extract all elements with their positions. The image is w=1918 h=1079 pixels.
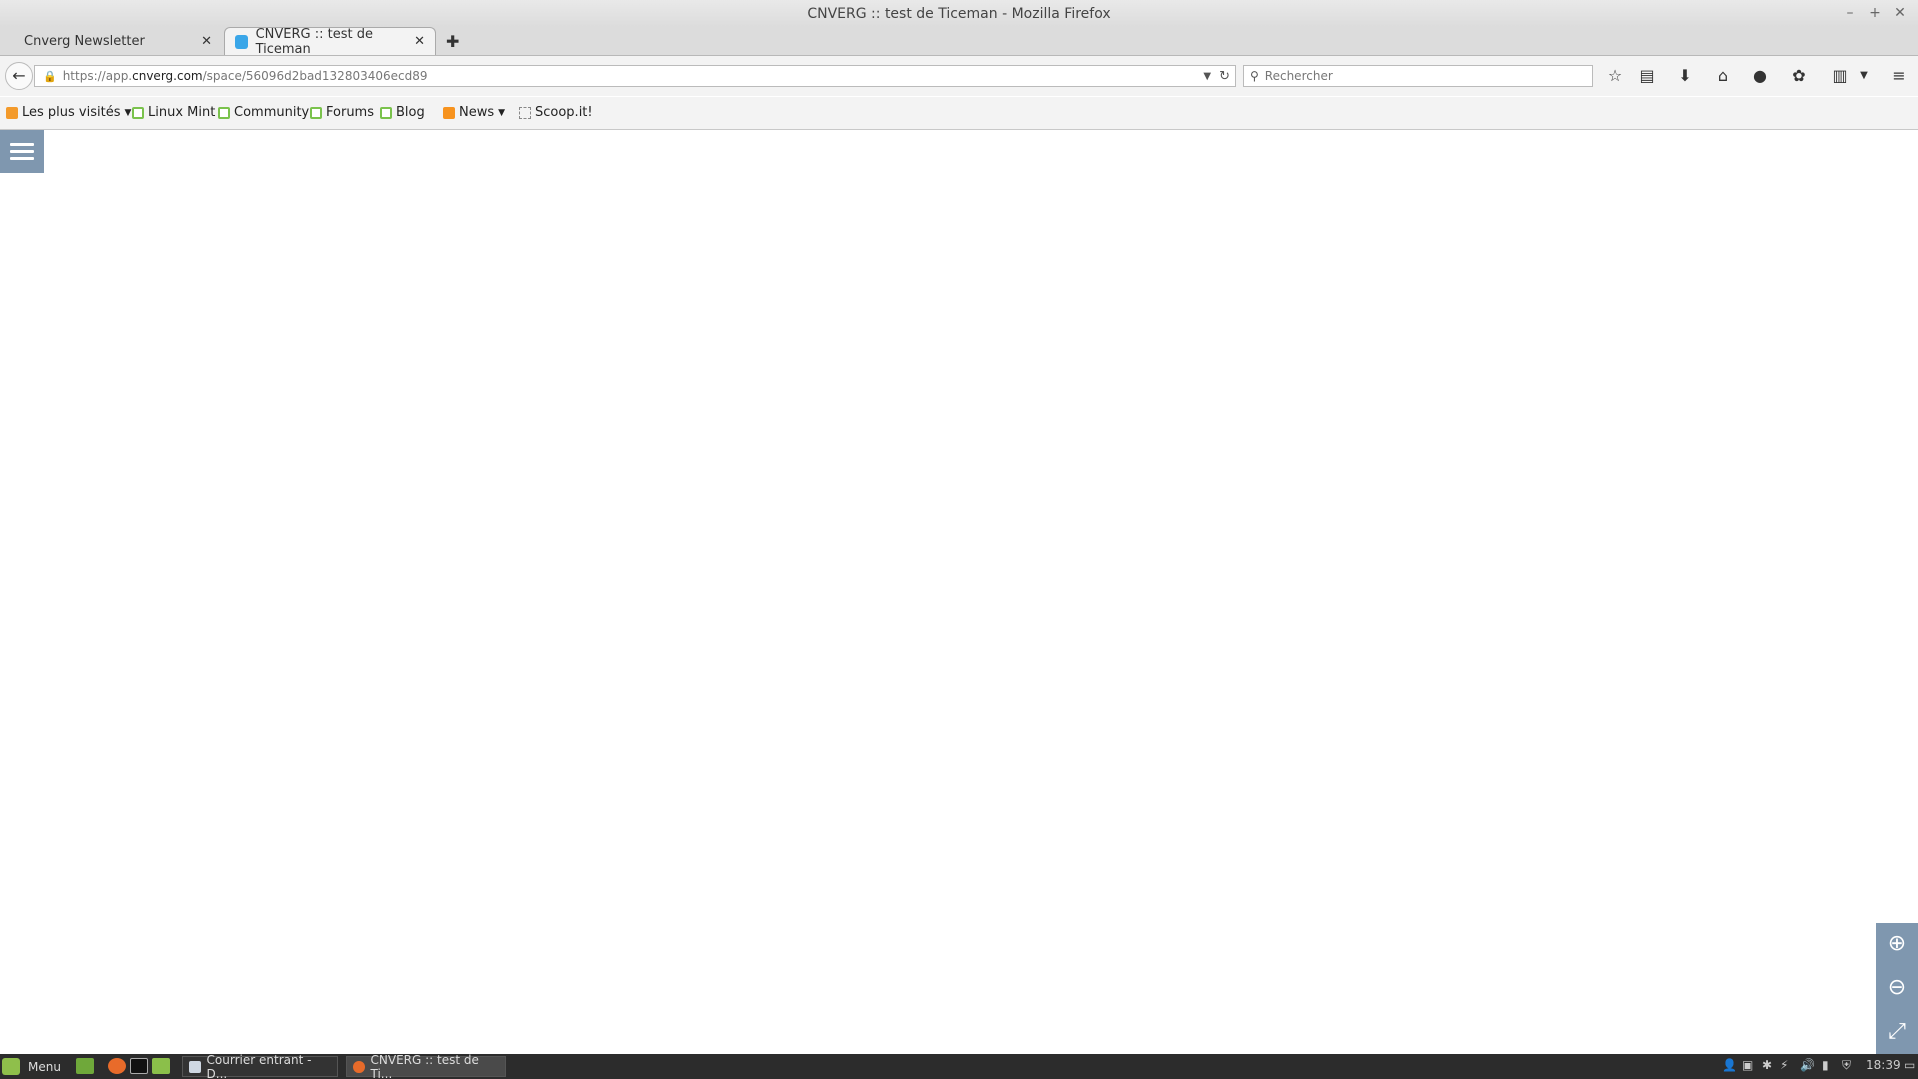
search-icon: ⚲ (1250, 69, 1259, 83)
hamburger-line (10, 143, 34, 146)
show-desktop-icon[interactable] (76, 1058, 94, 1074)
zoom-in-icon[interactable]: ⊕ (1876, 923, 1918, 965)
mint-icon (218, 106, 230, 119)
firefox-icon (353, 1060, 365, 1073)
home-icon[interactable]: ⌂ (1712, 65, 1734, 87)
window-titlebar: CNVERG :: test de Ticeman - Mozilla Fire… (0, 0, 1918, 27)
rss-icon (443, 106, 455, 119)
reading-list-icon[interactable]: ▤ (1636, 65, 1658, 87)
back-arrow-icon: ← (12, 66, 26, 85)
close-window-button[interactable]: ✕ (1892, 5, 1908, 21)
taskbar-item-mail[interactable]: Courrier entrant - D... (182, 1052, 338, 1079)
bookmark-label: Linux Mint (148, 105, 216, 120)
minimize-button[interactable]: – (1842, 5, 1858, 21)
url-path: /space/56096d2bad132803406ecd89 (202, 69, 428, 83)
extension-icon[interactable]: ✿ (1788, 65, 1810, 87)
hamburger-line (10, 150, 34, 153)
chevron-down-icon: ▼ (498, 107, 506, 118)
mail-app-icon (189, 1060, 201, 1073)
bluetooth-icon[interactable]: ✱ (1762, 1058, 1772, 1072)
bookmark-label: Blog (396, 105, 425, 120)
reload-icon[interactable]: ↻ (1219, 69, 1230, 84)
url-dropdown-icon[interactable]: ▼ (1203, 71, 1211, 82)
bookmark-label: Forums (326, 105, 374, 120)
user-icon[interactable]: 👤 (1722, 1058, 1737, 1072)
fullscreen-icon[interactable]: ⤢ (1876, 1011, 1918, 1053)
sidebar-toggle-button[interactable] (0, 130, 44, 173)
url-bar[interactable]: 🔒 https://app. cnverg.com/space/56096d2ba… (34, 65, 1236, 87)
url-prefix: https://app. (62, 69, 133, 83)
chevron-down-icon: ▼ (124, 107, 132, 118)
os-taskbar: Menu Courrier entrant - D... CNVERG :: t… (0, 1052, 1918, 1079)
mint-logo-icon (2, 1058, 20, 1075)
star-icon[interactable]: ☆ (1604, 65, 1626, 87)
terminal-icon[interactable] (130, 1058, 148, 1074)
bookmark-label: Community (234, 105, 310, 120)
tab-label: Cnverg Newsletter (24, 33, 145, 49)
bookmark-linux-mint[interactable]: Linux Mint (132, 105, 215, 120)
menu-icon[interactable]: ≡ (1888, 65, 1910, 87)
chat-icon[interactable]: ● (1749, 65, 1771, 87)
tab-strip: Cnverg Newsletter ✕ CNVERG :: test de Ti… (0, 26, 1918, 57)
search-input[interactable] (1264, 69, 1565, 83)
scoopit-icon (519, 106, 531, 119)
network-icon[interactable]: ⚡ (1780, 1058, 1788, 1072)
clipboard-dropdown-icon[interactable]: ▼ (1853, 65, 1875, 87)
tab-cnverg-newsletter[interactable]: Cnverg Newsletter ✕ (0, 27, 222, 55)
taskbar-item-firefox[interactable]: CNVERG :: test de Ti... (346, 1052, 506, 1079)
volume-icon[interactable]: 🔊 (1800, 1058, 1815, 1072)
firefox-icon[interactable] (108, 1058, 126, 1074)
task-label: CNVERG :: test de Ti... (370, 1052, 479, 1079)
window-title: CNVERG :: test de Ticeman - Mozilla Fire… (807, 6, 1111, 22)
bookmarks-toolbar: Les plus visités ▼ Linux Mint Community … (0, 97, 1918, 130)
bookmark-label: News (459, 105, 495, 120)
page-content: ⊕ ⊖ ⤢ (0, 130, 1918, 1054)
update-manager-icon[interactable]: ▣ (1742, 1058, 1753, 1072)
start-menu-button[interactable]: Menu (2, 1058, 61, 1075)
lock-icon: 🔒 (43, 69, 57, 83)
maximize-button[interactable]: + (1867, 5, 1883, 21)
task-label: Courrier entrant - D... (206, 1052, 312, 1079)
new-tab-button[interactable]: ✚ (446, 32, 459, 51)
most-visited-icon (6, 106, 18, 119)
clipboard-icon[interactable]: ▥ (1829, 65, 1851, 87)
bookmark-community[interactable]: Community (218, 105, 309, 120)
close-tab-icon[interactable]: ✕ (414, 34, 425, 49)
bookmark-label: Scoop.it! (535, 105, 593, 120)
folder-icon[interactable] (152, 1058, 170, 1074)
zoom-out-icon[interactable]: ⊖ (1876, 967, 1918, 1009)
download-icon[interactable]: ⬇ (1674, 65, 1696, 87)
clock[interactable]: 18:39 (1866, 1058, 1901, 1072)
battery-icon[interactable]: ▮ (1822, 1058, 1829, 1072)
start-menu-label: Menu (28, 1059, 61, 1074)
bookmark-news[interactable]: News ▼ (443, 105, 505, 120)
back-button[interactable]: ← (5, 62, 33, 90)
mint-icon (310, 106, 322, 119)
bookmark-forums[interactable]: Forums (310, 105, 374, 120)
cnverg-favicon-icon (235, 34, 248, 49)
url-host: cnverg.com (132, 69, 203, 83)
tab-cnverg-test[interactable]: CNVERG :: test de Ticeman ✕ (224, 26, 436, 57)
close-tab-icon[interactable]: ✕ (201, 34, 212, 49)
search-bar[interactable]: ⚲ (1243, 65, 1593, 87)
mint-icon (132, 106, 144, 119)
bookmark-label: Les plus visités (22, 105, 121, 120)
navigation-bar: ← 🔒 https://app. cnverg.com/space/56096d2… (0, 56, 1918, 96)
hamburger-line (10, 157, 34, 160)
shield-icon[interactable]: ⛨ (1842, 1058, 1851, 1073)
bookmark-most-visited[interactable]: Les plus visités ▼ (6, 105, 131, 120)
zoom-controls: ⊕ ⊖ ⤢ (1876, 923, 1918, 1054)
bookmark-blog[interactable]: Blog (380, 105, 425, 120)
show-desktop-corner-icon[interactable]: ▭ (1904, 1058, 1915, 1072)
tab-label: CNVERG :: test de Ticeman (255, 26, 373, 57)
bookmark-scoopit[interactable]: Scoop.it! (519, 105, 593, 120)
mint-icon (380, 106, 392, 119)
